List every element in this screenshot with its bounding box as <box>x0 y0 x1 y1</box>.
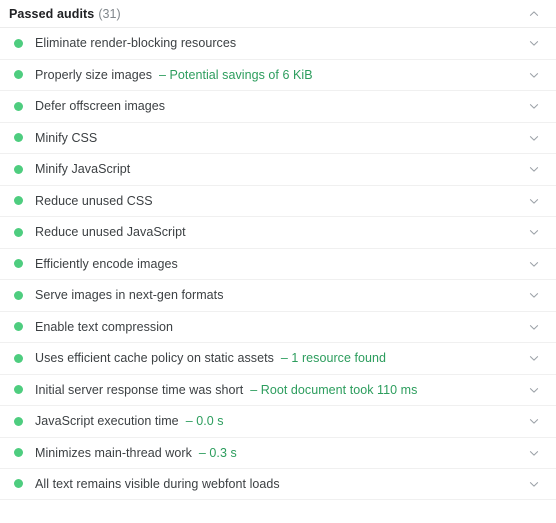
audit-row[interactable]: All text remains visible during webfont … <box>0 468 556 500</box>
audit-row[interactable]: Eliminate render-blocking resources <box>0 27 556 59</box>
audit-row-text: Defer offscreen images <box>35 99 526 113</box>
passed-audits-count: (31) <box>98 6 121 21</box>
pass-dot-icon <box>14 196 23 206</box>
chevron-down-icon[interactable] <box>526 413 542 429</box>
pass-dot-icon <box>14 70 23 80</box>
audit-title: JavaScript execution time <box>35 414 179 429</box>
pass-dot-icon <box>14 479 23 489</box>
chevron-down-icon[interactable] <box>526 161 542 177</box>
audit-row-text: All text remains visible during webfont … <box>35 477 526 491</box>
pass-dot-icon <box>14 416 23 426</box>
audit-detail: – 0.3 s <box>198 445 237 460</box>
audit-row[interactable]: Serve images in next-gen formats <box>0 279 556 311</box>
audit-row-text: Minify CSS <box>35 131 526 145</box>
audit-row-text: JavaScript execution time – 0.0 s <box>35 414 526 428</box>
passed-audits-header[interactable]: Passed audits (31) <box>0 0 556 27</box>
pass-dot-icon <box>14 353 23 363</box>
audit-title: Eliminate render-blocking resources <box>35 36 237 51</box>
pass-dot-icon <box>14 259 23 269</box>
chevron-down-icon[interactable] <box>526 193 542 209</box>
audit-title: Minify CSS <box>35 130 98 145</box>
audit-row[interactable]: Properly size images – Potential savings … <box>0 58 556 91</box>
chevron-down-icon[interactable] <box>526 130 542 146</box>
audit-row[interactable]: Uses efficient cache policy on static as… <box>0 342 556 374</box>
audit-row-text: Eliminate render-blocking resources <box>35 36 526 50</box>
chevron-down-icon[interactable] <box>526 319 542 335</box>
chevron-down-icon[interactable] <box>526 445 542 461</box>
audit-row-text: Minimizes main-thread work – 0.3 s <box>35 446 526 460</box>
chevron-down-icon[interactable] <box>526 35 542 51</box>
audit-row-text: Properly size images – Potential savings … <box>35 68 526 82</box>
pass-dot-icon <box>14 164 23 174</box>
audit-title: Initial server response time was short <box>35 382 244 397</box>
audit-row-text: Reduce unused CSS <box>35 194 526 208</box>
chevron-down-icon[interactable] <box>526 224 542 240</box>
audit-detail: – Potential savings of 6 KiB <box>159 67 313 82</box>
chevron-down-icon[interactable] <box>526 98 542 114</box>
chevron-down-icon[interactable] <box>526 350 542 366</box>
audit-title: Minimizes main-thread work <box>35 445 192 460</box>
audit-row[interactable]: Initial server response time was short – … <box>0 373 556 406</box>
audit-detail: – 0.0 s <box>185 414 224 429</box>
page-title: Passed audits <box>9 6 95 21</box>
audit-detail: – Root document took 110 ms <box>250 382 418 397</box>
chevron-down-icon[interactable] <box>526 382 542 398</box>
pass-dot-icon <box>14 227 23 237</box>
audit-title: Uses efficient cache policy on static as… <box>35 351 274 366</box>
audit-title: Defer offscreen images <box>35 99 166 114</box>
audit-title: Reduce unused CSS <box>35 193 153 208</box>
pass-dot-icon <box>14 101 23 111</box>
audit-title: Enable text compression <box>35 319 174 334</box>
audit-row[interactable]: Minify CSS <box>0 121 556 154</box>
audit-title: Serve images in next-gen formats <box>35 288 224 303</box>
passed-audits-list: Eliminate render-blocking resources Prope… <box>0 27 556 500</box>
audit-row-text: Uses efficient cache policy on static as… <box>35 351 526 365</box>
chevron-down-icon[interactable] <box>526 256 542 272</box>
audit-row[interactable]: JavaScript execution time – 0.0 s <box>0 405 556 437</box>
audit-row-text: Enable text compression <box>35 320 526 334</box>
chevron-down-icon[interactable] <box>526 476 542 492</box>
pass-dot-icon <box>14 290 23 300</box>
passed-audits-header-text: Passed audits (31) <box>9 7 526 21</box>
chevron-down-icon[interactable] <box>526 67 542 83</box>
pass-dot-icon <box>14 38 23 48</box>
audit-row-text: Initial server response time was short – … <box>35 383 526 397</box>
audit-row[interactable]: Reduce unused CSS <box>0 184 556 217</box>
audit-row-text: Minify JavaScript <box>35 162 526 176</box>
chevron-up-icon[interactable] <box>526 6 542 22</box>
audit-title: Properly size images <box>35 67 153 82</box>
audit-row[interactable]: Enable text compression <box>0 310 556 343</box>
audit-detail: – 1 resource found <box>280 351 387 366</box>
audit-title: Minify JavaScript <box>35 162 131 177</box>
audit-row[interactable]: Reduce unused JavaScript <box>0 216 556 248</box>
audit-row[interactable]: Efficiently encode images <box>0 247 556 280</box>
audit-row-text: Serve images in next-gen formats <box>35 288 526 302</box>
audit-title: Efficiently encode images <box>35 256 178 271</box>
audit-row[interactable]: Minify JavaScript <box>0 153 556 185</box>
pass-dot-icon <box>14 385 23 395</box>
passed-audits-panel: Passed audits (31) Eliminate render-bloc… <box>0 0 556 500</box>
audit-row[interactable]: Minimizes main-thread work – 0.3 s <box>0 436 556 469</box>
audit-title: Reduce unused JavaScript <box>35 225 186 240</box>
audit-title: All text remains visible during webfont … <box>35 476 280 491</box>
pass-dot-icon <box>14 322 23 332</box>
pass-dot-icon <box>14 448 23 458</box>
pass-dot-icon <box>14 133 23 143</box>
audit-row-text: Reduce unused JavaScript <box>35 225 526 239</box>
audit-row-text: Efficiently encode images <box>35 257 526 271</box>
audit-row[interactable]: Defer offscreen images <box>0 90 556 122</box>
chevron-down-icon[interactable] <box>526 287 542 303</box>
